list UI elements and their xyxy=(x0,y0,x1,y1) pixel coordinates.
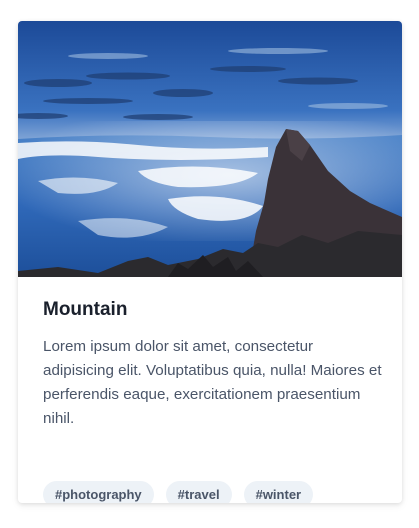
tag-list: #photography #travel #winter xyxy=(43,481,314,503)
card-title: Mountain xyxy=(43,299,128,320)
tag-travel[interactable]: #travel xyxy=(165,481,232,503)
card: Mountain Lorem ipsum dolor sit amet, con… xyxy=(18,21,402,503)
card-description: Lorem ipsum dolor sit amet, consectetur … xyxy=(43,338,382,427)
tag-photography[interactable]: #photography xyxy=(43,481,154,503)
card-body: Mountain Lorem ipsum dolor sit amet, con… xyxy=(18,277,402,503)
tag-winter[interactable]: #winter xyxy=(243,481,314,503)
mountain-image xyxy=(18,21,402,277)
